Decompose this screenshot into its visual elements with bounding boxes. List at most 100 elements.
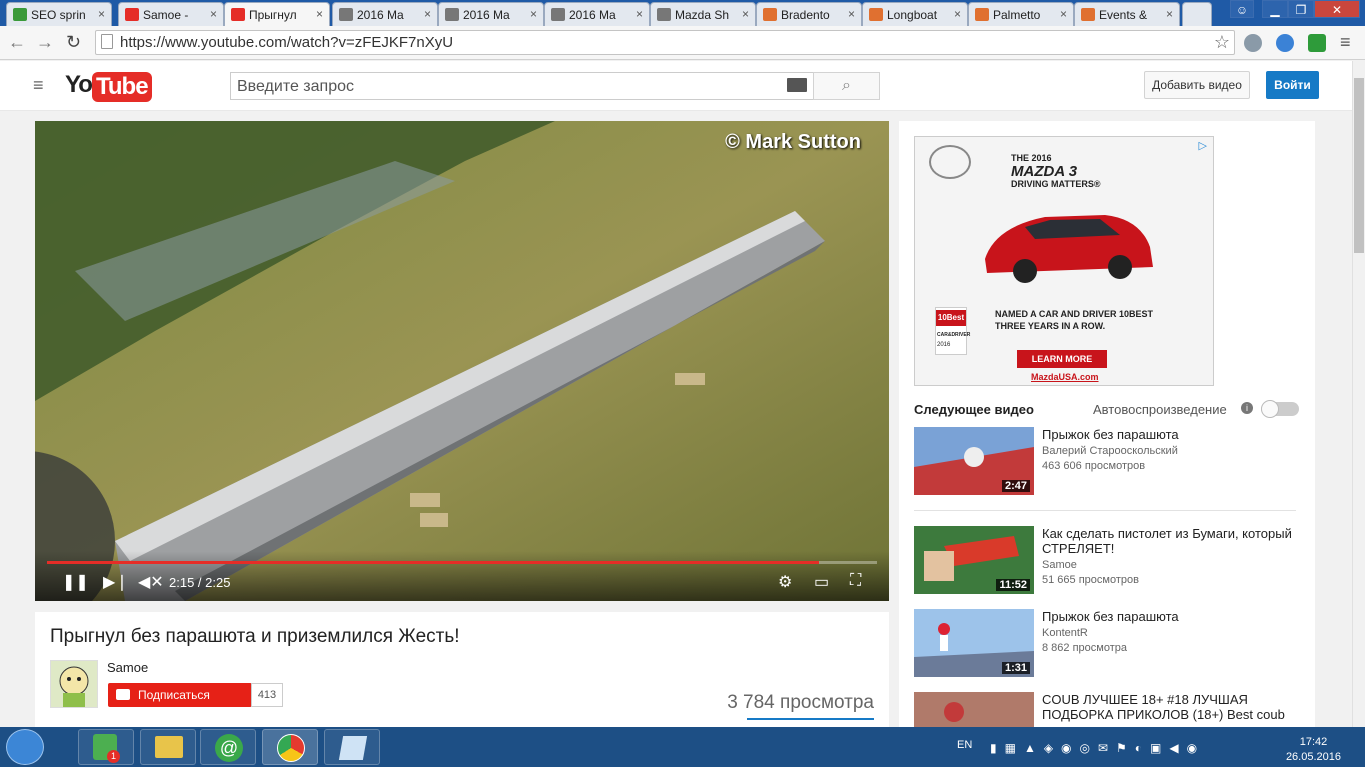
video-duration: 1:31	[1001, 662, 1030, 674]
close-tab-icon[interactable]: ×	[98, 7, 105, 21]
youtube-favicon-icon	[125, 8, 139, 21]
learn-more-button[interactable]: LEARN MORE	[1017, 350, 1107, 368]
mute-icon[interactable]: ◀✕	[138, 572, 164, 592]
close-tab-icon[interactable]: ×	[316, 7, 323, 21]
upload-button[interactable]: Добавить видео	[1144, 71, 1250, 99]
video-watermark: © Mark Sutton	[725, 131, 861, 153]
search-input[interactable]: Введите запрос	[230, 72, 814, 100]
car-and-driver-badge: 10Best CAR&DRIVER 2016	[935, 307, 971, 355]
channel-name[interactable]: Samoe	[107, 660, 148, 675]
chrome-icon	[277, 734, 305, 762]
close-tab-icon[interactable]: ×	[1060, 7, 1067, 21]
related-thumbnail[interactable]	[914, 692, 1034, 727]
next-icon[interactable]: ▶❘	[103, 572, 129, 592]
related-thumbnail[interactable]: 2:47	[914, 427, 1034, 495]
search-icon: ⌕	[842, 77, 851, 94]
browser-tab[interactable]: 2016 Ma ×	[438, 2, 544, 26]
close-tab-icon[interactable]: ×	[848, 7, 855, 21]
ad-link[interactable]: MazdaUSA.com	[1031, 372, 1099, 382]
search-button[interactable]: ⌕	[813, 72, 880, 100]
taskbar-app-mail[interactable]: @	[200, 729, 256, 765]
related-channel: Samoe	[1042, 559, 1077, 571]
browser-tab[interactable]: Samoe - ×	[118, 2, 224, 26]
at-sign-icon: @	[215, 734, 243, 762]
settings-gear-icon[interactable]: ⚙	[778, 572, 792, 592]
minimize-icon[interactable]: ▁	[1262, 0, 1288, 18]
fullscreen-icon[interactable]: ⛶	[850, 572, 861, 590]
window-close-icon[interactable]: ✕	[1314, 0, 1360, 18]
url-text: https://www.youtube.com/watch?v=zFEJKF7n…	[120, 34, 454, 51]
video-title: Прыгнул без парашюта и приземлился Жесть…	[50, 626, 460, 647]
progress-bar[interactable]	[47, 561, 877, 564]
related-title[interactable]: Как сделать пистолет из Бумаги, который …	[1042, 526, 1292, 556]
autoplay-label: Автовоспроизведение	[1093, 402, 1227, 417]
scrollbar-thumb[interactable]	[1354, 78, 1364, 253]
related-title[interactable]: COUB ЛУЧШЕЕ 18+ #18 ЛУЧШАЯ ПОДБОРКА ПРИК…	[1042, 692, 1292, 727]
search-placeholder: Введите запрос	[237, 78, 354, 95]
windows-taskbar: 1 @ EN ▮▦▲◈◉◎✉⚑◐▣◀◉ 17:42 26.05.2016	[0, 727, 1365, 767]
bradenton-favicon-icon	[869, 8, 883, 21]
browser-tab[interactable]: SEO sprin ×	[6, 2, 112, 26]
new-tab-button[interactable]	[1182, 2, 1212, 26]
related-thumbnail[interactable]: 1:31	[914, 609, 1034, 677]
youtube-logo-tube[interactable]: Tube	[92, 72, 152, 102]
shield-extension-icon[interactable]	[1308, 34, 1326, 52]
mazda-ad[interactable]: ▷ THE 2016 MAZDA 3 DRIVING MATTERS® 10Be…	[914, 136, 1214, 386]
back-icon[interactable]: ←	[8, 32, 26, 53]
mazda-logo-icon	[929, 145, 971, 179]
youtube-favicon-icon	[231, 8, 245, 21]
browser-toolbar: ← → ↻ https://www.youtube.com/watch?v=zF…	[0, 26, 1365, 60]
adchoices-icon[interactable]: ▷	[1199, 139, 1207, 152]
taskbar-app-notepad[interactable]	[324, 729, 380, 765]
reload-icon[interactable]: ↻	[66, 32, 81, 53]
guide-menu-icon[interactable]: ≡	[33, 75, 44, 96]
start-button-icon[interactable]	[6, 729, 44, 765]
browser-tab[interactable]: 2016 Ma ×	[332, 2, 438, 26]
related-views: 463 606 просмотров	[1042, 460, 1146, 472]
related-thumbnail[interactable]: 11:52	[914, 526, 1034, 594]
browser-tab[interactable]: 2016 Ma ×	[544, 2, 650, 26]
address-bar[interactable]: https://www.youtube.com/watch?v=zFEJKF7n…	[95, 30, 1235, 55]
globe-extension-icon[interactable]	[1244, 34, 1262, 52]
pause-icon[interactable]: ❚❚	[62, 572, 89, 592]
taskbar-app-chrome[interactable]	[262, 729, 318, 765]
menu-icon[interactable]: ≡	[1340, 32, 1351, 53]
related-title[interactable]: Прыжок без парашюта	[1042, 609, 1292, 624]
browser-tab[interactable]: Longboat ×	[862, 2, 968, 26]
user-icon[interactable]: ☺	[1230, 0, 1254, 18]
close-tab-icon[interactable]: ×	[954, 7, 961, 21]
system-clock[interactable]: 17:42 26.05.2016	[1286, 735, 1341, 765]
car-image	[985, 215, 1153, 283]
system-tray-icons[interactable]: ▮▦▲◈◉◎✉⚑◐▣◀◉	[990, 741, 1230, 755]
sign-in-button[interactable]: Войти	[1266, 71, 1319, 99]
link-extension-icon[interactable]	[1276, 34, 1294, 52]
maximize-icon[interactable]: ❐	[1288, 0, 1314, 18]
browser-tab[interactable]: Palmetto ×	[968, 2, 1074, 26]
badge-subtitle: CAR&DRIVER	[937, 332, 971, 338]
bookmark-star-icon[interactable]: ☆	[1214, 32, 1230, 53]
video-duration: 2:47	[1001, 480, 1030, 492]
forward-icon[interactable]: →	[36, 32, 54, 53]
video-player[interactable]: © Mark Sutton	[35, 121, 889, 601]
info-icon[interactable]: i	[1241, 402, 1253, 414]
keyboard-icon[interactable]	[787, 78, 807, 92]
taskbar-app-explorer[interactable]	[140, 729, 196, 765]
channel-avatar[interactable]	[50, 660, 98, 708]
theater-mode-icon[interactable]: ▭	[814, 572, 829, 592]
close-tab-icon[interactable]: ×	[636, 7, 643, 21]
subscribe-label: Подписаться	[138, 688, 210, 702]
close-tab-icon[interactable]: ×	[1166, 7, 1173, 21]
language-indicator[interactable]: EN	[957, 739, 972, 751]
taskbar-app-agent[interactable]: 1	[78, 729, 134, 765]
subscribe-button[interactable]: Подписаться	[108, 683, 252, 707]
close-tab-icon[interactable]: ×	[210, 7, 217, 21]
close-tab-icon[interactable]: ×	[530, 7, 537, 21]
related-title[interactable]: Прыжок без парашюта	[1042, 427, 1292, 442]
close-tab-icon[interactable]: ×	[424, 7, 431, 21]
autoplay-toggle-knob[interactable]	[1261, 400, 1279, 418]
close-tab-icon[interactable]: ×	[742, 7, 749, 21]
browser-tab-active[interactable]: Прыгнул ×	[224, 2, 330, 26]
browser-tab[interactable]: Bradento ×	[756, 2, 862, 26]
browser-tab[interactable]: Mazda Sh ×	[650, 2, 756, 26]
browser-tab[interactable]: Events & ×	[1074, 2, 1180, 26]
